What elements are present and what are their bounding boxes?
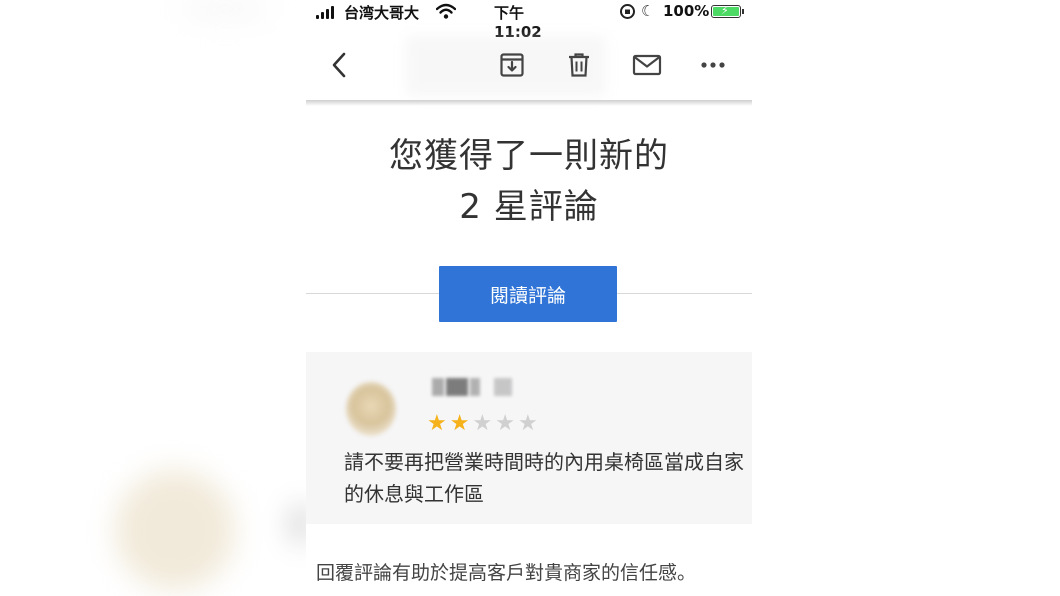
- do-not-disturb-icon: ☾: [641, 2, 655, 20]
- email-headline: 您獲得了一則新的 2 星評論: [306, 132, 752, 231]
- star-empty-icon: ★: [517, 411, 541, 436]
- more-icon: [701, 62, 725, 68]
- star-empty-icon: ★: [472, 411, 496, 436]
- headline-line-1: 您獲得了一則新的: [389, 136, 669, 176]
- archive-icon: [500, 53, 524, 77]
- reviewer-avatar: [346, 382, 396, 436]
- phone-screen: 台湾大哥大 下午 11:02 ☾ 100% ⚡ 您獲得了一則新的 2 星評論 閱…: [306, 0, 752, 596]
- read-review-button[interactable]: 閱讀評論: [439, 266, 617, 322]
- star-filled-icon: ★: [427, 411, 450, 436]
- battery-icon: ⚡: [711, 4, 744, 18]
- star-empty-icon: ★: [495, 411, 518, 436]
- mail-icon: [632, 54, 662, 76]
- star-filled-icon: ★: [449, 411, 473, 436]
- back-arrow-icon: [332, 52, 346, 78]
- status-bar: 台湾大哥大 下午 11:02 ☾ 100% ⚡: [306, 0, 752, 41]
- review-card: ★★★★★ 請不要再把營業時間時的內用桌椅區當成自家的休息與工作區: [306, 352, 752, 524]
- star-rating: ★★★★★: [427, 412, 541, 436]
- archive-button[interactable]: [495, 26, 529, 104]
- mark-unread-button[interactable]: [628, 26, 666, 104]
- wifi-icon: [435, 3, 457, 23]
- blurred-background-figure: [115, 470, 235, 590]
- review-text: 請不要再把營業時間時的內用桌椅區當成自家的休息與工作區: [344, 450, 744, 506]
- headline-line-2: 2 星評論: [459, 187, 599, 227]
- battery-percentage: 100%: [663, 2, 710, 20]
- carrier-name: 台湾大哥大: [344, 4, 420, 22]
- reply-encouragement-text: 回覆評論有助於提高客戶對貴商家的信任感。: [316, 562, 697, 584]
- more-options-button[interactable]: [696, 26, 730, 104]
- blurred-background-shape: [180, 0, 270, 18]
- delete-button[interactable]: [562, 26, 596, 104]
- orientation-lock-icon: [619, 3, 636, 24]
- trash-icon: [569, 53, 589, 77]
- signal-icon: [316, 6, 334, 19]
- back-button[interactable]: [324, 26, 354, 104]
- reviewer-name-blurred: [428, 378, 518, 396]
- email-toolbar: [306, 26, 752, 104]
